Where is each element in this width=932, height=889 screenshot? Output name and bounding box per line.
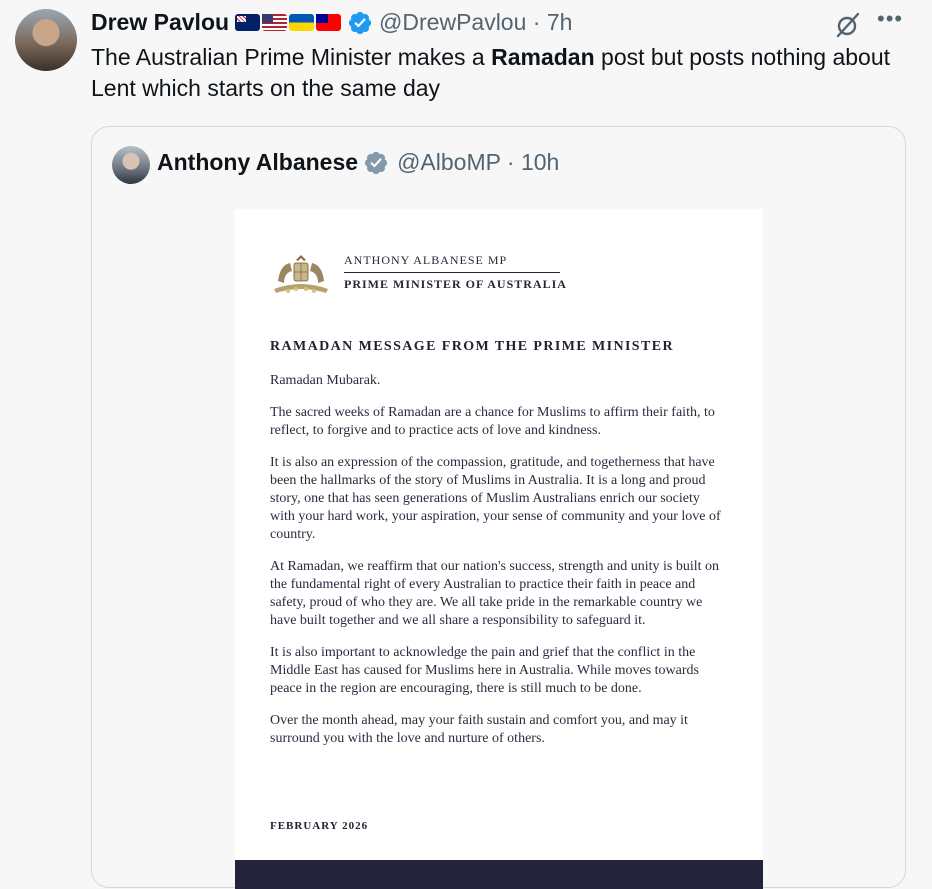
- taiwan-flag-icon: [316, 14, 342, 31]
- australia-flag-icon: [235, 14, 261, 31]
- letterhead-name: ANTHONY ALBANESE MP: [344, 253, 508, 267]
- letterhead-divider: [344, 272, 560, 273]
- quoted-header: Anthony Albanese @AlboMP · 10h: [157, 149, 559, 176]
- letter-body: Ramadan Mubarak. The sacred weeks of Ram…: [270, 372, 725, 762]
- author-name[interactable]: Drew Pavlou: [91, 9, 229, 36]
- quoted-author-name[interactable]: Anthony Albanese: [157, 149, 358, 176]
- tweet-header: Drew Pavlou @DrewPavlou · 7h: [91, 9, 572, 36]
- letter-image[interactable]: ANTHONY ALBANESE MP PRIME MINISTER OF AU…: [235, 209, 763, 889]
- author-handle-time[interactable]: @DrewPavlou · 7h: [379, 9, 572, 36]
- coat-of-arms-icon: [274, 255, 328, 293]
- letter-paragraph: It is also an expression of the compassi…: [270, 455, 721, 542]
- verified-badge-icon[interactable]: [347, 10, 373, 36]
- government-verified-badge-icon[interactable]: [363, 150, 389, 176]
- tweet-text: The Australian Prime Minister makes a Ra…: [91, 42, 911, 104]
- tweet-text-bold: Ramadan: [491, 44, 595, 70]
- letter-greeting: Ramadan Mubarak.: [270, 373, 381, 388]
- avatar[interactable]: [15, 9, 77, 71]
- letter-footer-band: [235, 860, 763, 889]
- letterhead-title: PRIME MINISTER OF AUSTRALIA: [344, 277, 567, 291]
- flag-emojis: [235, 14, 342, 31]
- quoted-avatar[interactable]: [112, 146, 150, 184]
- quoted-handle-time[interactable]: @AlboMP · 10h: [397, 149, 559, 176]
- letter-paragraph: The sacred weeks of Ramadan are a chance…: [270, 405, 715, 438]
- usa-flag-icon: [262, 14, 288, 31]
- more-options-icon[interactable]: •••: [877, 6, 903, 32]
- letter-paragraph: It is also important to acknowledge the …: [270, 645, 699, 696]
- letter-heading: RAMADAN MESSAGE FROM THE PRIME MINISTER: [270, 339, 674, 354]
- letter-paragraph: At Ramadan, we reaffirm that our nation'…: [270, 559, 720, 628]
- ukraine-flag-icon: [289, 14, 315, 31]
- tweet-text-part: The Australian Prime Minister makes a: [91, 44, 492, 70]
- letter-paragraph: Over the month ahead, may your faith sus…: [270, 713, 688, 746]
- grok-icon[interactable]: [834, 11, 862, 39]
- letter-date: FEBRUARY 2026: [270, 820, 369, 832]
- quoted-tweet[interactable]: Anthony Albanese @AlboMP · 10h ANTHONY A…: [91, 126, 906, 889]
